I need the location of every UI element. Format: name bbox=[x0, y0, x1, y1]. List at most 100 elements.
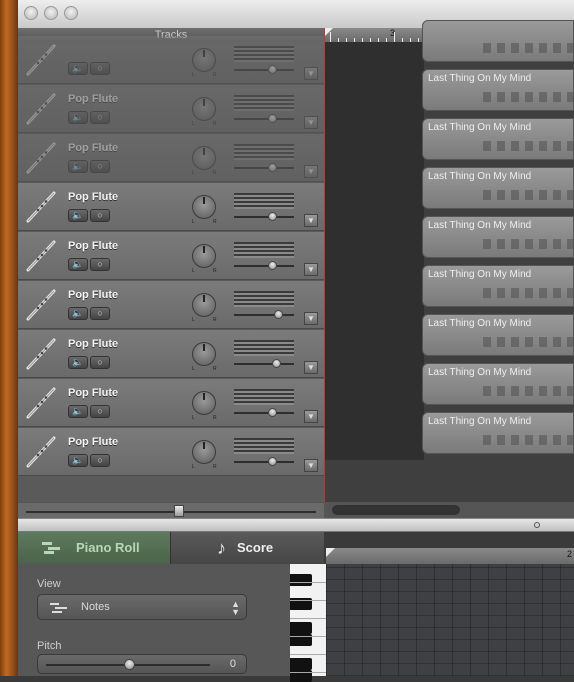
midi-region[interactable]: Last Thing On My Mind bbox=[422, 363, 574, 405]
expand-track-button[interactable]: ▼ bbox=[304, 312, 318, 325]
expand-track-button[interactable]: ▼ bbox=[304, 361, 318, 374]
pan-knob[interactable] bbox=[192, 342, 216, 366]
midi-region[interactable]: Last Thing On My Mind bbox=[422, 265, 574, 307]
zoom-slider-thumb[interactable] bbox=[174, 505, 184, 517]
solo-button[interactable]: ○ bbox=[90, 258, 110, 271]
timeline-empty-region bbox=[324, 42, 424, 460]
solo-button[interactable]: ○ bbox=[90, 160, 110, 173]
tab-score[interactable]: ♪ Score bbox=[170, 532, 324, 564]
expand-track-button[interactable]: ▼ bbox=[304, 214, 318, 227]
mute-button[interactable]: 🔈 bbox=[68, 405, 88, 418]
pitch-value: 0 bbox=[229, 658, 236, 670]
midi-region[interactable]: Last Thing On My Mind bbox=[422, 69, 574, 111]
expand-track-button[interactable]: ▼ bbox=[304, 459, 318, 472]
black-key[interactable] bbox=[290, 658, 312, 670]
midi-region[interactable]: Last Thing On My Mind bbox=[422, 314, 574, 356]
minimize-window-button[interactable] bbox=[44, 6, 58, 20]
mute-button[interactable]: 🔈 bbox=[68, 356, 88, 369]
headphones-icon: ○ bbox=[97, 210, 103, 220]
piano-keyboard[interactable] bbox=[290, 564, 326, 682]
volume-slider-thumb[interactable] bbox=[268, 457, 277, 466]
pan-knob[interactable] bbox=[192, 244, 216, 268]
solo-button[interactable]: ○ bbox=[90, 111, 110, 124]
solo-button[interactable]: ○ bbox=[90, 62, 110, 75]
solo-button[interactable]: ○ bbox=[90, 454, 110, 467]
track-row[interactable]: Pop Flute 🔈 ○ L R ▼ bbox=[18, 183, 324, 231]
track-name[interactable]: Pop Flute bbox=[68, 142, 118, 154]
track-row[interactable]: Pop Flute 🔈 ○ L R ▼ bbox=[18, 134, 324, 182]
piano-roll-ruler[interactable]: 2 bbox=[326, 548, 574, 564]
close-window-button[interactable] bbox=[24, 6, 38, 20]
track-row[interactable]: Pop Flute 🔈 ○ L R ▼ bbox=[18, 281, 324, 329]
region-notes bbox=[483, 141, 573, 151]
pan-knob[interactable] bbox=[192, 293, 216, 317]
expand-track-button[interactable]: ▼ bbox=[304, 263, 318, 276]
midi-region[interactable]: Last Thing On My Mind bbox=[422, 118, 574, 160]
pan-knob[interactable] bbox=[192, 440, 216, 464]
track-name[interactable]: Pop Flute bbox=[68, 191, 118, 203]
track-row[interactable]: Pop Flute 🔈 ○ L R ▼ bbox=[18, 232, 324, 280]
volume-slider-thumb[interactable] bbox=[268, 163, 277, 172]
volume-slider-thumb[interactable] bbox=[268, 65, 277, 74]
black-key[interactable] bbox=[290, 622, 312, 634]
pan-knob[interactable] bbox=[192, 391, 216, 415]
expand-track-button[interactable]: ▼ bbox=[304, 67, 318, 80]
pitch-slider-thumb[interactable] bbox=[124, 659, 135, 670]
track-row[interactable]: 🔈 ○ L R ▼ bbox=[18, 36, 324, 84]
track-row[interactable]: Pop Flute 🔈 ○ L R ▼ bbox=[18, 379, 324, 427]
timeline-area[interactable]: Last Thing On My Mind Last Thing On My M… bbox=[324, 20, 574, 502]
solo-button[interactable]: ○ bbox=[90, 405, 110, 418]
track-name[interactable]: Pop Flute bbox=[68, 338, 118, 350]
zoom-window-button[interactable] bbox=[64, 6, 78, 20]
pan-knob[interactable] bbox=[192, 97, 216, 121]
mute-button[interactable]: 🔈 bbox=[68, 111, 88, 124]
expand-track-button[interactable]: ▼ bbox=[304, 410, 318, 423]
black-key[interactable] bbox=[290, 574, 312, 586]
track-name[interactable]: Pop Flute bbox=[68, 240, 118, 252]
headphones-icon: ○ bbox=[97, 259, 103, 269]
track-name[interactable]: Pop Flute bbox=[68, 387, 118, 399]
mute-button[interactable]: 🔈 bbox=[68, 258, 88, 271]
mute-button[interactable]: 🔈 bbox=[68, 160, 88, 173]
pitch-slider[interactable]: 0 bbox=[37, 654, 247, 674]
solo-button[interactable]: ○ bbox=[90, 209, 110, 222]
piano-roll-playhead-icon[interactable] bbox=[326, 548, 335, 557]
expand-track-button[interactable]: ▼ bbox=[304, 165, 318, 178]
tab-piano-roll[interactable]: Piano Roll bbox=[18, 532, 170, 564]
view-select[interactable]: Notes ▲ ▼ bbox=[37, 594, 247, 620]
timeline-scroll-thumb[interactable] bbox=[332, 505, 460, 515]
expand-track-button[interactable]: ▼ bbox=[304, 116, 318, 129]
solo-button[interactable]: ○ bbox=[90, 356, 110, 369]
track-row[interactable]: Pop Flute 🔈 ○ L R ▼ bbox=[18, 330, 324, 378]
midi-region[interactable]: Last Thing On My Mind bbox=[422, 216, 574, 258]
volume-slider-thumb[interactable] bbox=[274, 310, 283, 319]
editor-divider[interactable] bbox=[18, 518, 574, 532]
pan-knob[interactable] bbox=[192, 48, 216, 72]
pan-knob[interactable] bbox=[192, 195, 216, 219]
speaker-mute-icon: 🔈 bbox=[72, 63, 84, 73]
solo-button[interactable]: ○ bbox=[90, 307, 110, 320]
region-notes bbox=[483, 337, 573, 347]
midi-region[interactable]: Last Thing On My Mind bbox=[422, 412, 574, 454]
timeline-scrollbar[interactable] bbox=[324, 502, 574, 518]
volume-slider-thumb[interactable] bbox=[268, 408, 277, 417]
track-name[interactable]: Pop Flute bbox=[68, 436, 118, 448]
volume-slider-thumb[interactable] bbox=[268, 261, 277, 270]
mute-button[interactable]: 🔈 bbox=[68, 62, 88, 75]
track-name[interactable]: Pop Flute bbox=[68, 93, 118, 105]
track-name[interactable]: Pop Flute bbox=[68, 289, 118, 301]
track-row[interactable]: Pop Flute 🔈 ○ L R ▼ bbox=[18, 428, 324, 476]
mute-button[interactable]: 🔈 bbox=[68, 454, 88, 467]
volume-slider-thumb[interactable] bbox=[272, 359, 281, 368]
midi-region[interactable]: Last Thing On My Mind bbox=[422, 167, 574, 209]
piano-roll-grid[interactable] bbox=[326, 564, 574, 676]
pan-knob[interactable] bbox=[192, 146, 216, 170]
volume-slider-thumb[interactable] bbox=[268, 114, 277, 123]
mute-button[interactable]: 🔈 bbox=[68, 307, 88, 320]
divider-handle-icon[interactable] bbox=[534, 522, 540, 528]
mute-button[interactable]: 🔈 bbox=[68, 209, 88, 222]
track-row[interactable]: Pop Flute 🔈 ○ L R ▼ bbox=[18, 85, 324, 133]
midi-region[interactable] bbox=[422, 20, 574, 62]
playhead-handle-icon[interactable] bbox=[324, 28, 333, 37]
volume-slider-thumb[interactable] bbox=[268, 212, 277, 221]
